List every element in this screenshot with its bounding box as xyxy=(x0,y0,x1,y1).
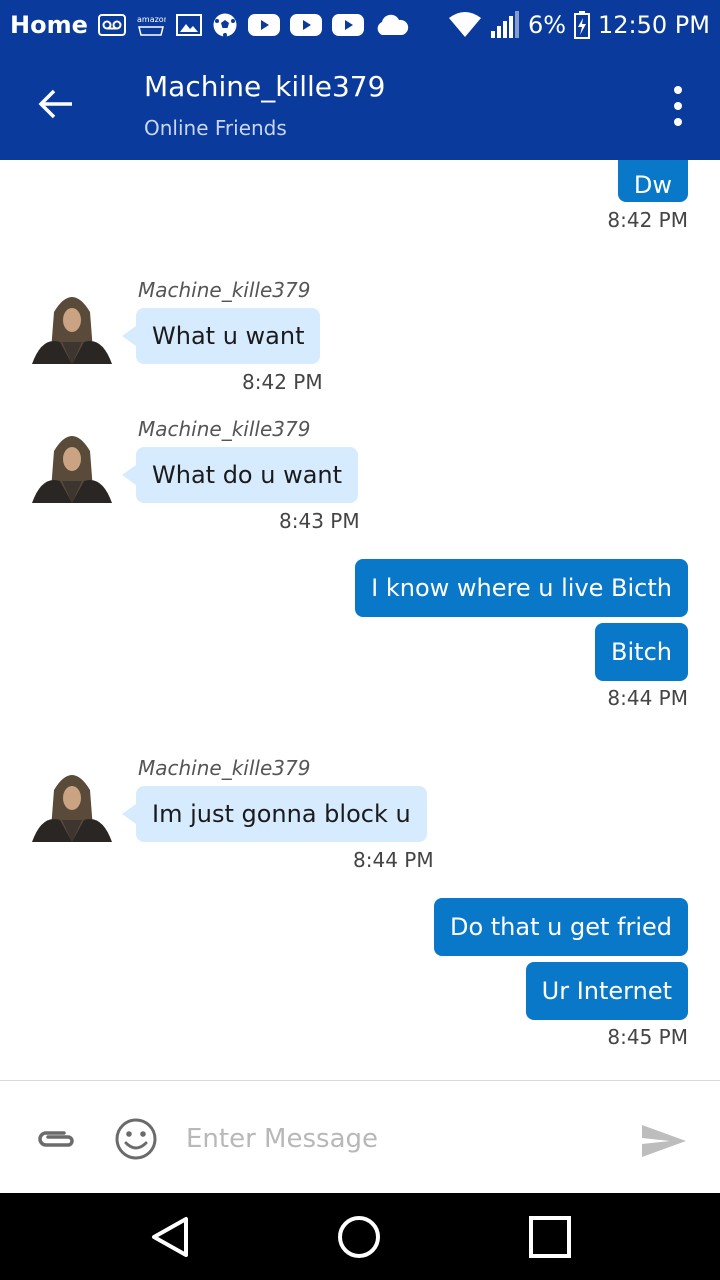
outgoing-message[interactable]: Do that u get fried xyxy=(433,898,688,956)
emoji-button[interactable] xyxy=(114,1117,158,1161)
smiley-icon xyxy=(115,1118,157,1160)
chat-title: Machine_kille379 xyxy=(144,70,386,103)
message-list[interactable]: Dw 8:42 PM Machine_kille379 What u want … xyxy=(0,160,720,1080)
nav-recents-button[interactable] xyxy=(526,1213,574,1261)
youtube-icon xyxy=(247,14,280,36)
cloud-icon xyxy=(374,14,410,36)
chat-subtitle: Online Friends xyxy=(144,116,287,140)
status-home-label: Home xyxy=(10,11,88,39)
avatar xyxy=(32,284,112,364)
sender-name: Machine_kille379 xyxy=(138,278,311,302)
more-vert-icon xyxy=(674,86,682,94)
send-button[interactable] xyxy=(640,1121,688,1161)
more-options-button[interactable] xyxy=(666,86,690,126)
recents-square-icon xyxy=(529,1216,571,1258)
system-nav-bar xyxy=(0,1193,720,1280)
send-icon xyxy=(642,1125,686,1157)
incoming-message[interactable]: What u want xyxy=(121,308,321,364)
status-bar: Home amazon 6% 12:50 PM xyxy=(0,0,720,50)
message-time: 8:44 PM xyxy=(607,686,688,710)
message-input-bar xyxy=(0,1080,720,1193)
battery-icon xyxy=(574,11,591,39)
signal-icon xyxy=(490,11,520,39)
back-button[interactable] xyxy=(32,84,80,124)
avatar xyxy=(32,423,112,503)
message-time: 8:44 PM xyxy=(353,848,434,872)
message-time: 8:42 PM xyxy=(242,370,323,394)
message-time: 8:42 PM xyxy=(607,208,688,232)
avatar xyxy=(32,762,112,842)
wifi-icon xyxy=(448,12,482,38)
sender-name: Machine_kille379 xyxy=(138,417,311,441)
nav-back-button[interactable] xyxy=(146,1213,194,1261)
app-bar: Machine_kille379 Online Friends xyxy=(0,50,720,160)
attach-button[interactable] xyxy=(34,1119,78,1159)
incoming-message[interactable]: Im just gonna block u xyxy=(122,786,427,842)
battery-percent: 6% xyxy=(527,11,567,39)
paperclip-icon xyxy=(38,1131,74,1147)
sender-name: Machine_kille379 xyxy=(138,756,311,780)
image-icon xyxy=(175,14,202,36)
message-input[interactable] xyxy=(186,1111,606,1167)
youtube-icon xyxy=(289,14,322,36)
message-time: 8:43 PM xyxy=(279,509,360,533)
outgoing-message[interactable]: Ur Internet xyxy=(525,962,688,1020)
amazon-icon: amazon xyxy=(136,13,166,37)
status-time: 12:50 PM xyxy=(598,11,710,39)
back-triangle-icon xyxy=(152,1217,188,1257)
message-time: 8:45 PM xyxy=(607,1025,688,1049)
soccer-icon xyxy=(212,12,238,38)
arrow-left-icon xyxy=(38,89,72,119)
voicemail-icon xyxy=(97,14,126,36)
home-circle-icon xyxy=(338,1216,380,1258)
outgoing-message[interactable]: I know where u live Bicth xyxy=(355,559,688,617)
outgoing-message[interactable]: Dw xyxy=(617,160,688,202)
youtube-icon xyxy=(331,14,364,36)
svg-text:amazon: amazon xyxy=(137,15,166,24)
outgoing-message[interactable]: Bitch xyxy=(595,623,688,681)
nav-home-button[interactable] xyxy=(335,1213,383,1261)
incoming-message[interactable]: What do u want xyxy=(121,447,359,503)
